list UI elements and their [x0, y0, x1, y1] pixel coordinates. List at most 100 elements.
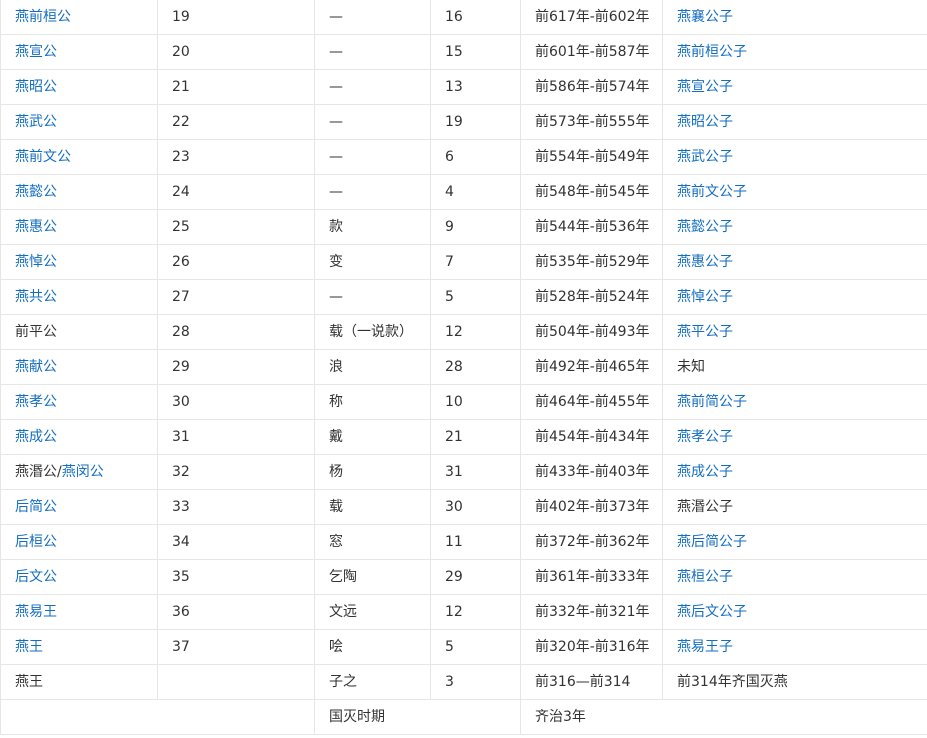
ruler-order-cell: 28 — [157, 314, 315, 350]
ruler-relation-cell: 燕湣公子 — [662, 489, 927, 525]
ruler-relation-cell: 燕昭公子 — [662, 104, 927, 140]
ruler-years-text: 31 — [445, 464, 463, 480]
table-row: 燕孝公 30 称 10 前464年-前455年 燕前简公子 — [0, 384, 927, 420]
ruler-relation-link[interactable]: 燕惠公子 — [677, 254, 733, 270]
ruler-order-cell: 37 — [157, 629, 315, 665]
ruler-relation-cell: 燕后文公子 — [662, 594, 927, 630]
ruler-name-link[interactable]: 燕闵公 — [62, 464, 104, 480]
ruler-name-link[interactable]: 燕懿公 — [15, 184, 57, 200]
ruler-years-text: 9 — [445, 219, 454, 235]
ruler-reign-text: 前464年-前455年 — [535, 394, 650, 410]
table-row: 燕成公 31 戴 21 前454年-前434年 燕孝公子 — [0, 419, 927, 455]
table-row: 后简公 33 载 30 前402年-前373年 燕湣公子 — [0, 489, 927, 525]
ruler-relation-cell: 燕懿公子 — [662, 209, 927, 245]
ruler-name-link[interactable]: 燕宣公 — [15, 44, 57, 60]
ruler-personal-name-text: — — [329, 149, 343, 165]
ruler-years-cell: 6 — [430, 139, 521, 175]
ruler-personal-name-cell: 称 — [314, 384, 431, 420]
ruler-name-link[interactable]: 燕前文公 — [15, 149, 71, 165]
ruler-order-cell: 36 — [157, 594, 315, 630]
ruler-name-link[interactable]: 燕王 — [15, 639, 43, 655]
ruler-name-link[interactable]: 燕昭公 — [15, 79, 57, 95]
ruler-order-cell: 20 — [157, 34, 315, 70]
ruler-name-link[interactable]: 后文公 — [15, 569, 57, 585]
footer-period-value: 齐治3年 — [520, 699, 927, 735]
ruler-relation-link[interactable]: 燕昭公子 — [677, 114, 733, 130]
ruler-years-text: 3 — [445, 674, 454, 690]
ruler-order-cell: 22 — [157, 104, 315, 140]
ruler-relation-link[interactable]: 燕桓公子 — [677, 569, 733, 585]
ruler-name-link[interactable]: 燕共公 — [15, 289, 57, 305]
ruler-relation-link[interactable]: 燕前简公子 — [677, 394, 747, 410]
ruler-relation-link[interactable]: 燕前桓公子 — [677, 44, 747, 60]
ruler-name-cell: 燕前文公 — [0, 139, 158, 175]
ruler-relation-link[interactable]: 燕成公子 — [677, 464, 733, 480]
ruler-relation-link[interactable]: 燕悼公子 — [677, 289, 733, 305]
ruler-name-cell: 燕前桓公 — [0, 0, 158, 35]
table-row: 燕宣公 20 — 15 前601年-前587年 燕前桓公子 — [0, 34, 927, 70]
ruler-name-link[interactable]: 后桓公 — [15, 534, 57, 550]
ruler-relation-cell: 燕武公子 — [662, 139, 927, 175]
ruler-name-cell: 燕昭公 — [0, 69, 158, 105]
ruler-relation-link[interactable]: 燕后文公子 — [677, 604, 747, 620]
ruler-years-cell: 12 — [430, 594, 521, 630]
ruler-name-link[interactable]: 燕孝公 — [15, 394, 57, 410]
ruler-relation-link[interactable]: 燕宣公子 — [677, 79, 733, 95]
ruler-relation-link[interactable]: 燕懿公子 — [677, 219, 733, 235]
ruler-years-text: 15 — [445, 44, 463, 60]
ruler-order-text: 30 — [172, 394, 190, 410]
ruler-relation-text: 燕湣公子 — [677, 499, 733, 515]
footer-period-label: 国灭时期 — [314, 699, 521, 735]
ruler-personal-name-cell: 窓 — [314, 524, 431, 560]
table-row: 燕前文公 23 — 6 前554年-前549年 燕武公子 — [0, 139, 927, 175]
ruler-name-cell: 燕懿公 — [0, 174, 158, 210]
ruler-name-link[interactable]: 燕献公 — [15, 359, 57, 375]
ruler-relation-link[interactable]: 燕后简公子 — [677, 534, 747, 550]
table-row: 燕共公 27 — 5 前528年-前524年 燕悼公子 — [0, 279, 927, 315]
ruler-relation-link[interactable]: 燕平公子 — [677, 324, 733, 340]
ruler-name-link[interactable]: 燕成公 — [15, 429, 57, 445]
ruler-reign-cell: 前454年-前434年 — [520, 419, 663, 455]
ruler-years-cell: 30 — [430, 489, 521, 525]
ruler-name-link[interactable]: 燕悼公 — [15, 254, 57, 270]
ruler-name-text: 前平公 — [15, 324, 57, 340]
ruler-reign-cell: 前464年-前455年 — [520, 384, 663, 420]
ruler-years-cell: 5 — [430, 629, 521, 665]
ruler-name-link[interactable]: 燕武公 — [15, 114, 57, 130]
ruler-personal-name-text: 称 — [329, 394, 343, 410]
ruler-personal-name-text: — — [329, 79, 343, 95]
ruler-reign-cell: 前601年-前587年 — [520, 34, 663, 70]
ruler-relation-link[interactable]: 燕武公子 — [677, 149, 733, 165]
ruler-name-link[interactable]: 燕前桓公 — [15, 9, 71, 25]
ruler-relation-cell: 燕桓公子 — [662, 559, 927, 595]
ruler-name-link[interactable]: 燕易王 — [15, 604, 57, 620]
ruler-reign-text: 前528年-前524年 — [535, 289, 650, 305]
ruler-name-link[interactable]: 燕惠公 — [15, 219, 57, 235]
ruler-order-text: 34 — [172, 534, 190, 550]
ruler-relation-link[interactable]: 燕孝公子 — [677, 429, 733, 445]
table-row: 后文公 35 乞陶 29 前361年-前333年 燕桓公子 — [0, 559, 927, 595]
ruler-years-cell: 5 — [430, 279, 521, 315]
table-row: 燕悼公 26 变 7 前535年-前529年 燕惠公子 — [0, 244, 927, 280]
ruler-years-text: 28 — [445, 359, 463, 375]
ruler-relation-link[interactable]: 燕前文公子 — [677, 184, 747, 200]
table-row: 燕昭公 21 — 13 前586年-前574年 燕宣公子 — [0, 69, 927, 105]
ruler-relation-link[interactable]: 燕襄公子 — [677, 9, 733, 25]
ruler-name-text: 燕湣公/ — [15, 464, 62, 480]
ruler-personal-name-text: 载 — [329, 499, 343, 515]
ruler-years-text: 19 — [445, 114, 463, 130]
ruler-reign-text: 前554年-前549年 — [535, 149, 650, 165]
ruler-name-link[interactable]: 后简公 — [15, 499, 57, 515]
ruler-order-cell: 32 — [157, 454, 315, 490]
ruler-personal-name-text: 载（一说款） — [329, 324, 413, 340]
ruler-relation-cell: 燕孝公子 — [662, 419, 927, 455]
table-row: 燕武公 22 — 19 前573年-前555年 燕昭公子 — [0, 104, 927, 140]
ruler-personal-name-cell: 子之 — [314, 664, 431, 700]
ruler-order-cell: 31 — [157, 419, 315, 455]
ruler-years-cell: 10 — [430, 384, 521, 420]
ruler-relation-link[interactable]: 燕易王子 — [677, 639, 733, 655]
ruler-reign-cell: 前402年-前373年 — [520, 489, 663, 525]
ruler-years-cell: 7 — [430, 244, 521, 280]
ruler-personal-name-cell: 哙 — [314, 629, 431, 665]
ruler-personal-name-text: 杨 — [329, 464, 343, 480]
